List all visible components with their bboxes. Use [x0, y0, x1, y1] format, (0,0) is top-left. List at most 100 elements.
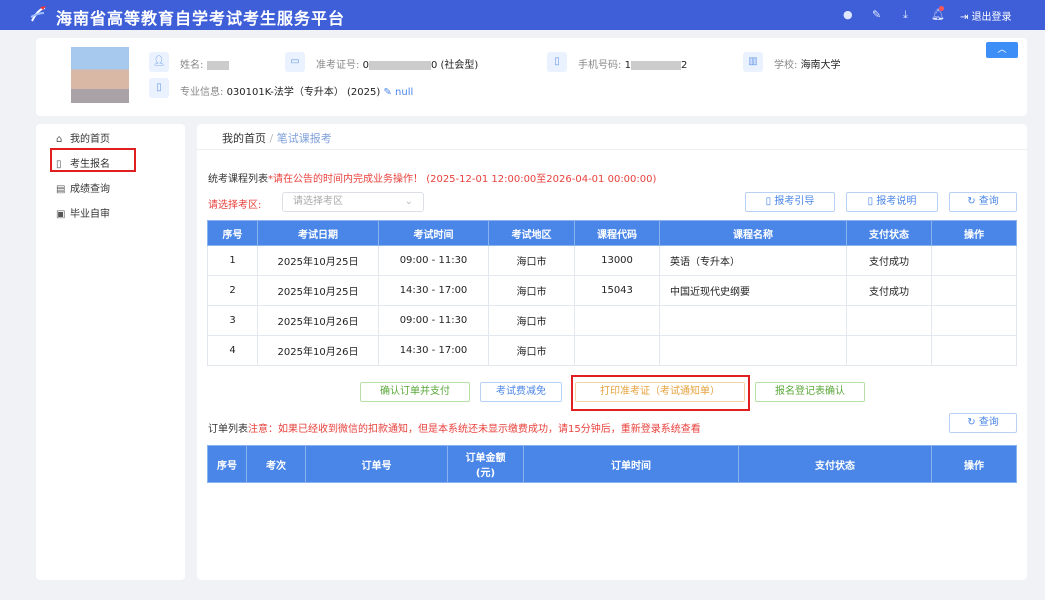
user-icon: 👤︎	[149, 52, 169, 72]
column-header: 操作	[932, 221, 1017, 246]
sidebar-item-home[interactable]: ⌂我的首页	[56, 130, 110, 145]
refresh-icon: ↻	[967, 417, 979, 428]
divider	[197, 149, 1027, 150]
table-cell: 2025年10月26日	[258, 336, 379, 366]
table-cell: 13000	[575, 246, 660, 276]
query-button[interactable]: ↻ 查询	[949, 192, 1017, 212]
app-title: 海南省高等教育自学考试考生服务平台	[56, 5, 345, 29]
column-header: 订单号	[306, 446, 448, 483]
logout-icon: ⇥	[960, 12, 972, 23]
table-cell: 2025年10月26日	[258, 306, 379, 336]
school-field: 学校: 海南大学	[774, 56, 841, 71]
table-cell	[847, 306, 932, 336]
ticket-field: 准考证号: 00 (社会型)	[316, 56, 478, 71]
major-icon: ▯	[149, 78, 169, 98]
table-cell: 海口市	[489, 276, 575, 306]
edit-icon[interactable]: ✎	[872, 8, 881, 21]
highlight-box	[50, 148, 136, 172]
course-table: 序号考试日期考试时间考试地区课程代码课程名称支付状态操作 12025年10月25日…	[207, 220, 1017, 366]
table-cell: 英语（专升本）	[660, 246, 847, 276]
table-cell: 09:00 - 11:30	[379, 246, 489, 276]
breadcrumb-current: 笔试课报考	[277, 132, 332, 145]
edit-major-link[interactable]: ✎ null	[383, 87, 413, 98]
table-cell: 4	[208, 336, 258, 366]
order-query-button[interactable]: ↻ 查询	[949, 413, 1017, 433]
home-icon: ⌂	[56, 134, 70, 145]
table-row: 22025年10月25日14:30 - 17:00海口市15043中国近现代史纲…	[208, 276, 1017, 306]
course-list-heading: 统考课程列表*请在公告的时间内完成业务操作！ (2025-12-01 12:00…	[208, 170, 656, 185]
column-header: 考次	[247, 446, 306, 483]
top-bar: 海南省高等教育自学考试考生服务平台 ● ✎ ⤓ 🔔︎ ⇥ 退出登录	[0, 0, 1045, 30]
column-header: 操作	[932, 446, 1017, 483]
table-cell: 14:30 - 17:00	[379, 336, 489, 366]
order-table: 序号考次订单号订单金额 (元)订单时间支付状态操作	[207, 445, 1017, 483]
help-icon[interactable]: ●	[843, 8, 853, 21]
table-cell: 2	[208, 276, 258, 306]
table-cell: 14:30 - 17:00	[379, 276, 489, 306]
ticket-redacted	[369, 61, 431, 70]
table-cell: 支付成功	[847, 246, 932, 276]
breadcrumb-home[interactable]: 我的首页	[222, 132, 266, 145]
collapse-button[interactable]: ︿	[986, 42, 1018, 58]
column-header: 支付状态	[739, 446, 932, 483]
table-row: 12025年10月25日09:00 - 11:30海口市13000英语（专升本）…	[208, 246, 1017, 276]
table-cell: 海口市	[489, 336, 575, 366]
breadcrumb: 我的首页 / 笔试课报考	[222, 130, 332, 146]
column-header: 支付状态	[847, 221, 932, 246]
logo-icon	[28, 5, 48, 25]
notification-dot	[939, 6, 944, 11]
table-cell	[932, 306, 1017, 336]
column-header: 订单金额 (元)	[448, 446, 524, 483]
table-cell	[660, 306, 847, 336]
description-button[interactable]: ▯ 报考说明	[846, 192, 938, 212]
column-header: 序号	[208, 221, 258, 246]
register-confirm-button[interactable]: 报名登记表确认	[755, 382, 865, 402]
table-cell: 3	[208, 306, 258, 336]
order-list-heading: 订单列表注意：如果已经收到微信的扣款通知，但是本系统还未显示缴费成功，请15分钟…	[208, 420, 701, 435]
phone-field: 手机号码: 12	[578, 56, 687, 71]
table-row: 32025年10月26日09:00 - 11:30海口市	[208, 306, 1017, 336]
name-redacted	[207, 61, 229, 70]
phone-icon: ▯	[547, 52, 567, 72]
column-header: 考试时间	[379, 221, 489, 246]
table-cell: 中国近现代史纲要	[660, 276, 847, 306]
avatar	[71, 47, 129, 103]
id-card-icon: ▭	[285, 52, 305, 72]
table-cell	[932, 246, 1017, 276]
table-cell: 支付成功	[847, 276, 932, 306]
region-label: 请选择考区:	[208, 196, 261, 211]
column-header: 序号	[208, 446, 247, 483]
save-icon: ▣	[56, 209, 70, 220]
guide-button[interactable]: ▯ 报考引导	[745, 192, 835, 212]
column-header: 订单时间	[524, 446, 739, 483]
major-field: 专业信息: 030101K-法学（专升本） (2025) ✎ null	[180, 83, 413, 98]
region-select[interactable]: 请选择考区⌄	[282, 192, 424, 212]
sidebar-item-graduation[interactable]: ▣毕业自审	[56, 205, 110, 220]
fee-waiver-button[interactable]: 考试费减免	[480, 382, 562, 402]
refresh-icon: ↻	[967, 196, 979, 207]
confirm-pay-button[interactable]: 确认订单并支付	[360, 382, 470, 402]
table-cell: 1	[208, 246, 258, 276]
table-cell: 2025年10月25日	[258, 276, 379, 306]
sidebar: ⌂我的首页 ▯考生报名 ▤成绩查询 ▣毕业自审	[36, 124, 185, 580]
table-cell	[932, 276, 1017, 306]
highlight-box	[571, 375, 750, 411]
column-header: 考试地区	[489, 221, 575, 246]
school-icon: ▥	[743, 52, 763, 72]
column-header: 课程名称	[660, 221, 847, 246]
table-cell: 海口市	[489, 246, 575, 276]
logout-button[interactable]: ⇥ 退出登录	[960, 8, 1012, 23]
name-field: 姓名:	[180, 56, 229, 71]
sidebar-item-scores[interactable]: ▤成绩查询	[56, 180, 110, 195]
table-cell: 海口市	[489, 306, 575, 336]
table-cell	[932, 336, 1017, 366]
column-header: 考试日期	[258, 221, 379, 246]
document-icon: ▤	[56, 184, 70, 195]
download-icon[interactable]: ⤓	[903, 8, 908, 22]
profile-card	[36, 38, 1027, 116]
column-header: 课程代码	[575, 221, 660, 246]
table-row: 42025年10月26日14:30 - 17:00海口市	[208, 336, 1017, 366]
table-cell	[847, 336, 932, 366]
table-cell: 09:00 - 11:30	[379, 306, 489, 336]
chevron-down-icon: ⌄	[405, 193, 413, 211]
